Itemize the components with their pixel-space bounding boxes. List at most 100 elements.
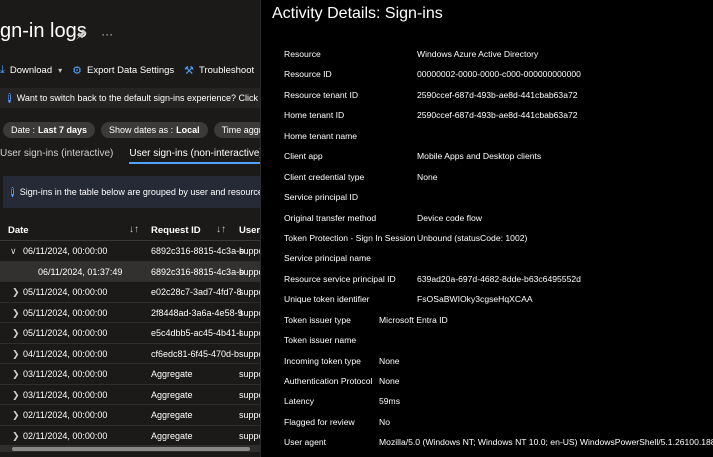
date-cell: 02/11/2024, 00:00:00 [23, 430, 108, 441]
request-id-cell: e02c28c7-3ad7-4fd7-8 [151, 287, 242, 297]
date-column-header[interactable]: Date [8, 225, 29, 236]
request-id-cell: 6892c316-8815-4c3a-b [151, 246, 245, 256]
request-id-cell: Aggregate [151, 369, 193, 379]
table-row[interactable]: ∨ 06/11/2024, 00:00:00 6892c316-8815-4c3a-… [0, 241, 260, 262]
date-filter-pill[interactable]: Date : Last 7 days [3, 122, 96, 138]
grouped-info-banner: i Sign-ins in the table below are groupe… [3, 176, 260, 208]
request-id-cell: Aggregate [151, 389, 193, 400]
tab-non-interactive[interactable]: User sign-ins (non-interactive) [129, 146, 260, 164]
chevron-right-icon[interactable]: ❯ [12, 287, 20, 298]
chevron-right-icon[interactable]: ❯ [12, 308, 20, 319]
table-row[interactable]: ❯ 04/11/2024, 00:00:00 cf6edc81-6f45-470d-… [0, 344, 260, 364]
download-button[interactable]: ⤓ Download ▾ [0, 64, 62, 77]
date-cell: 05/11/2024, 00:00:00 [23, 328, 108, 338]
date-cell: 02/11/2024, 00:00:00 [23, 410, 108, 420]
user-cell: suppo [239, 410, 260, 420]
show-dates-pill[interactable]: Show dates as : Local [101, 122, 208, 138]
chevron-right-icon[interactable]: ❯ [12, 369, 20, 380]
detail-row: Home tenant ID 2590ccef-687d-493b-ae8d-44… [261, 106, 713, 126]
info-icon: i [8, 93, 11, 103]
detail-row: User agent Mozilla/5.0 (Windows NT; Windo… [261, 433, 713, 453]
table-row[interactable]: ❯ 05/11/2024, 00:00:00 e5c4dbb5-ac45-4b41-… [0, 323, 260, 344]
user-cell: suppo [239, 328, 260, 338]
pin-icon[interactable]: 🖈︎ [76, 27, 87, 41]
details-list: Resource Windows Azure Active Directory Re… [261, 45, 713, 454]
detail-label: Resource tenant ID [284, 89, 359, 100]
detail-value: 2590ccef-687d-493b-ae8d-441cbab63a72 [417, 89, 578, 100]
table-row[interactable]: ❯02/11/2024, 00:00:00 Aggregate suppo [0, 405, 260, 426]
chevron-down-icon[interactable]: ∨ [10, 246, 17, 257]
chevron-right-icon[interactable]: ❯ [12, 410, 20, 421]
detail-value: 00000002-0000-0000-c000-000000000000 [417, 69, 581, 80]
detail-label: Authentication Protocol [284, 376, 373, 386]
detail-label: Service principal name [284, 253, 371, 264]
date-cell: 06/11/2024, 00:00:00 [23, 246, 108, 256]
date-cell: 05/11/2024, 00:00:00 [23, 287, 108, 297]
info-icon: i [11, 187, 14, 197]
date-filter-label: Date : [11, 125, 36, 135]
detail-row: Unique token identifier FsOSaBWIOky3cgseH… [261, 290, 713, 310]
user-cell: suppo [239, 307, 260, 318]
export-data-settings-button[interactable]: ⚙ Export Data Settings [72, 64, 174, 77]
detail-value: Mobile Apps and Desktop clients [417, 151, 542, 162]
detail-label: Flagged for review [284, 416, 355, 427]
chevron-right-icon[interactable]: ❯ [12, 328, 20, 339]
table-row[interactable]: ❯ 05/11/2024, 00:00:00 e02c28c7-3ad7-4fd7-… [0, 282, 260, 303]
user-cell: suppo [239, 389, 260, 400]
detail-label: Resource ID [284, 69, 332, 80]
request-id-cell: e5c4dbb5-ac45-4b41-l [151, 328, 242, 338]
detail-row: Client app Mobile Apps and Desktop client… [261, 147, 713, 167]
request-id-column-header[interactable]: Request ID [151, 225, 201, 236]
detail-row: Authentication Protocol None [261, 372, 713, 392]
download-label: Download [9, 64, 53, 76]
user-column-header[interactable]: User [239, 225, 260, 236]
date-cell: 03/11/2024, 00:00:00 [23, 369, 108, 379]
detail-value: Mozilla/5.0 (Windows NT; Windows NT 10.0… [379, 437, 713, 448]
detail-label: Home tenant name [284, 130, 358, 141]
date-cell: 06/11/2024, 01:37:49 [38, 266, 123, 277]
detail-row: Resource service principal ID 639ad20a-69… [261, 270, 713, 290]
grid-body: ∨ 06/11/2024, 00:00:00 6892c316-8815-4c3a-… [0, 241, 260, 446]
date-filter-value: Last 7 days [38, 125, 88, 135]
user-cell: suppo [239, 348, 260, 359]
export-label: Export Data Settings [87, 64, 175, 76]
chevron-right-icon[interactable]: ❯ [12, 349, 20, 360]
switch-experience-banner[interactable]: i Want to switch back to the default sig… [0, 88, 260, 108]
request-id-cell: 6892c316-8815-4c3a-b [151, 266, 245, 277]
horizontal-scrollbar[interactable] [0, 446, 260, 452]
detail-value: None [379, 376, 400, 386]
sort-icon[interactable]: ↓↑ [129, 224, 139, 235]
more-options-icon[interactable]: ··· [101, 27, 113, 41]
sort-icon[interactable]: ↓↑ [216, 224, 226, 235]
detail-label: Service principal ID [284, 192, 359, 203]
detail-row: Client credential type None [261, 168, 713, 188]
table-row[interactable]: ❯03/11/2024, 00:00:00 Aggregate suppo [0, 385, 260, 405]
table-row[interactable]: ❯ 05/11/2024, 00:00:00 2f8448ad-3a6a-4e58-… [0, 303, 260, 323]
download-icon: ⤓ [0, 63, 5, 76]
detail-value: Microsoft Entra ID [379, 314, 448, 325]
table-row[interactable]: ❯03/11/2024, 00:00:00 Aggregate suppo [0, 364, 260, 385]
switch-experience-text: Want to switch back to the default sign-… [16, 93, 260, 103]
wrench-icon: ⚒ [184, 64, 195, 77]
request-id-cell: Aggregate [151, 430, 193, 441]
tab-interactive[interactable]: User sign-ins (interactive) [0, 146, 113, 164]
request-id-cell: Aggregate [151, 410, 193, 420]
scrollbar-thumb[interactable] [12, 447, 250, 451]
detail-label: Incoming token type [284, 355, 361, 366]
table-row[interactable]: ❯02/11/2024, 00:00:00 Aggregate suppo [0, 426, 260, 446]
troubleshoot-button[interactable]: ⚒ Troubleshoot [184, 64, 254, 77]
table-row[interactable]: 06/11/2024, 01:37:49 6892c316-8815-4c3a-b… [0, 261, 260, 282]
chevron-right-icon[interactable]: ❯ [12, 431, 20, 442]
panel-title: Activity Details: Sign-ins [272, 5, 443, 22]
time-aggregate-pill[interactable]: Time aggreg [213, 122, 260, 138]
chevron-right-icon[interactable]: ❯ [12, 390, 20, 401]
sign-in-logs-blade: gn-in logs 🖈︎ ··· ⤓ Download ▾ ⚙ Export D… [0, 0, 260, 457]
grid-header: Date ↓↑ Request ID ↓↑ User [0, 222, 260, 241]
detail-value: None [417, 171, 438, 182]
detail-label: Token issuer type [284, 314, 351, 325]
detail-label: Original transfer method [284, 212, 377, 223]
date-cell: 03/11/2024, 00:00:00 [23, 389, 108, 400]
user-cell: suppo [239, 369, 260, 379]
chevron-down-icon: ▾ [58, 65, 63, 75]
detail-row: Home tenant name [261, 127, 713, 147]
